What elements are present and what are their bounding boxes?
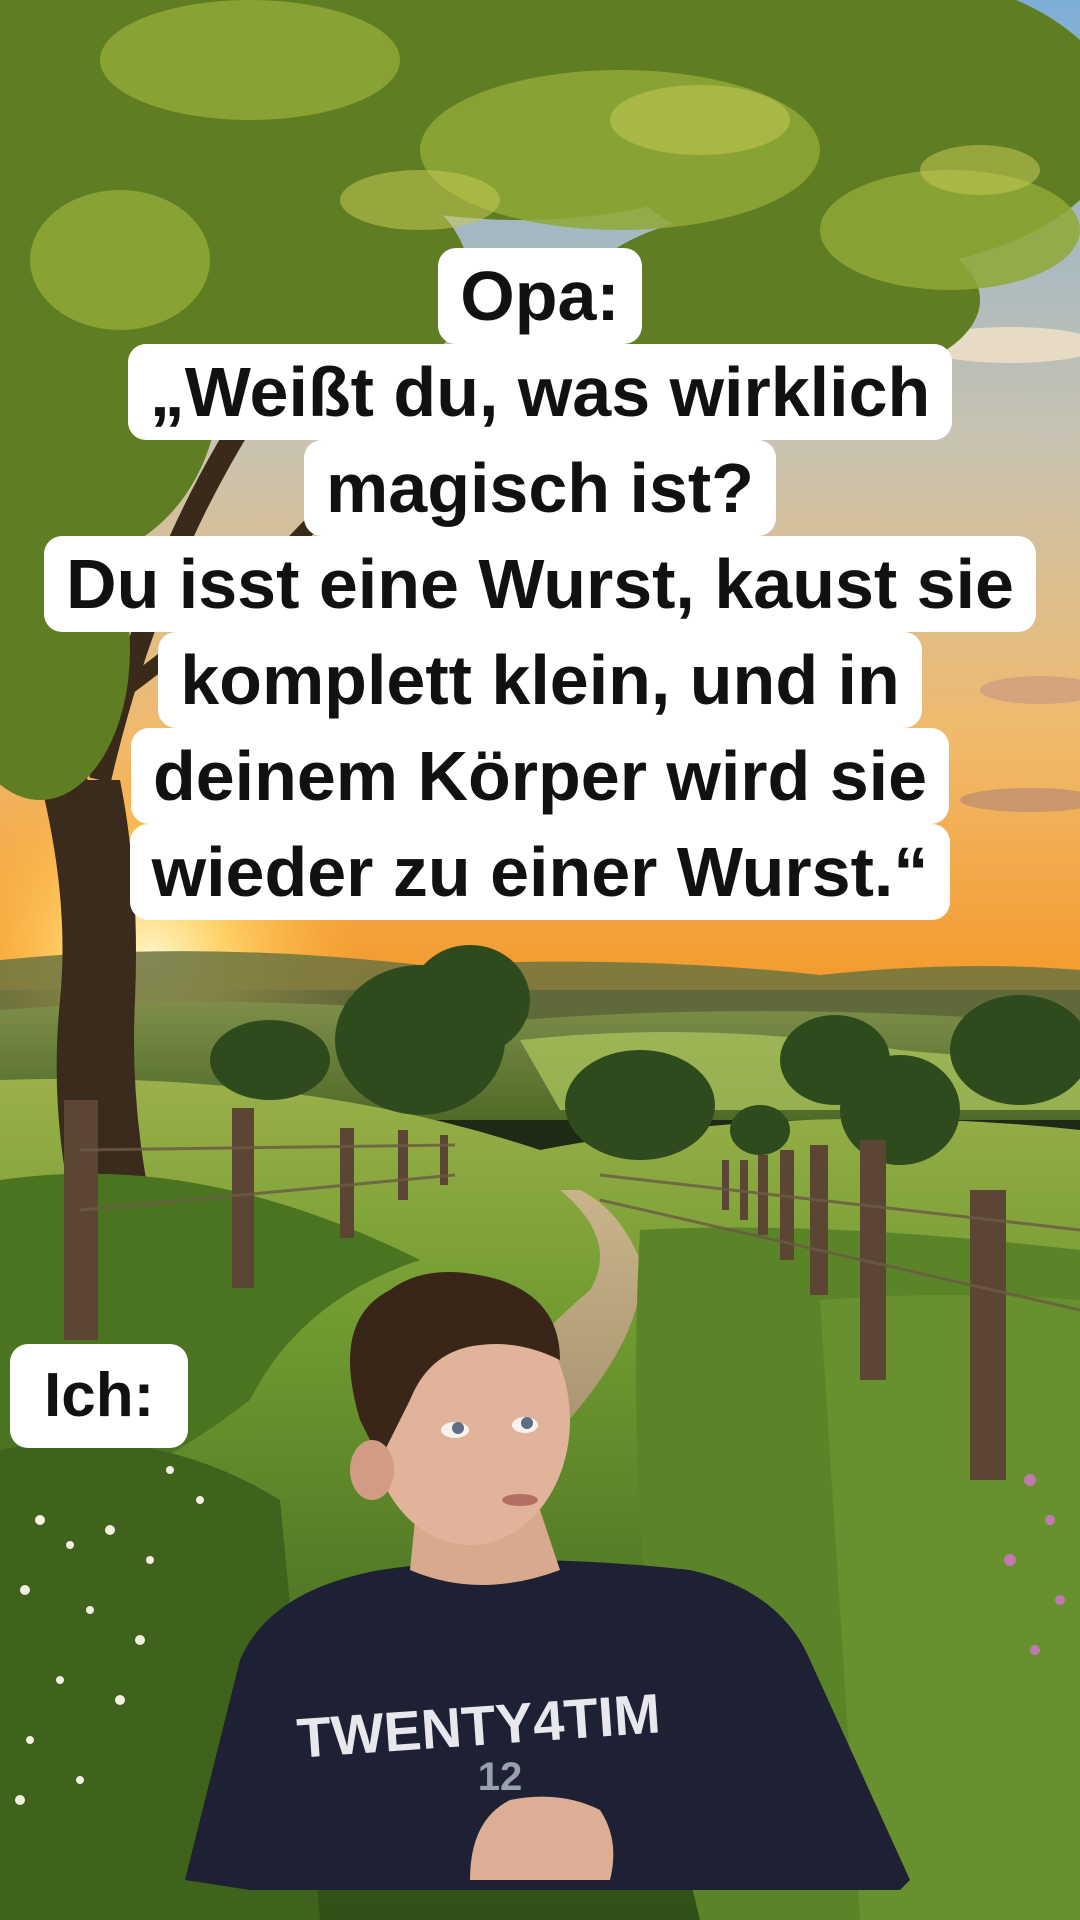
meme-canvas: TWENTY4TIM 12 Opa: „Weißt du, was wirkli… [0, 0, 1080, 1920]
caption-line: komplett klein, und in [158, 632, 922, 728]
caption-line: magisch ist? [304, 440, 776, 536]
caption-line: deinem Körper wird sie [130, 728, 950, 824]
caption-line: wieder zu einer Wurst.“ [129, 824, 951, 920]
caption-line: „Weißt du, was wirklich [127, 344, 953, 440]
caption-line: Opa: [438, 248, 642, 344]
shirt-print-number: 12 [478, 1755, 523, 1799]
reaction-label: Ich: [10, 1344, 189, 1448]
grandpa-quote-caption: Opa: „Weißt du, was wirklich magisch ist… [0, 248, 1080, 920]
caption-line: Du isst eine Wurst, kaust sie [44, 536, 1036, 632]
